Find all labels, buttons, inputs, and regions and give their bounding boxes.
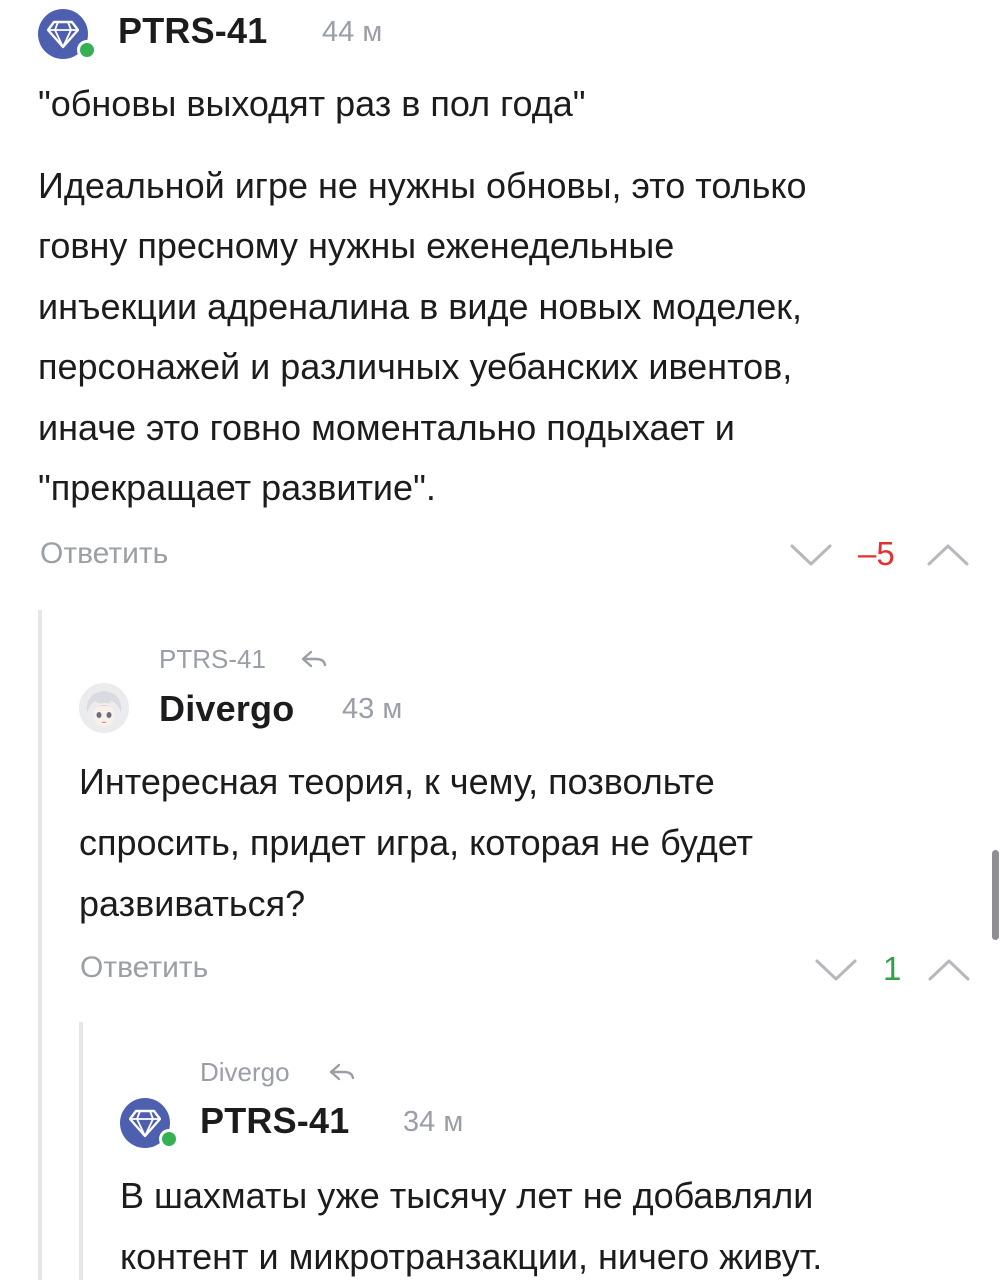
comment-score: 1: [883, 950, 902, 987]
comment-line: Идеальной игре не нужны обновы, это толь…: [38, 165, 807, 206]
comment-line: "прекращает развитие".: [38, 467, 436, 508]
comment-quote: "обновы выходят раз в пол года": [38, 83, 586, 124]
downvote-icon[interactable]: [814, 957, 858, 983]
downvote-icon[interactable]: [789, 542, 833, 568]
comment-line: говну пресному нужны еженедельные: [38, 225, 675, 266]
diamond-icon: [47, 20, 79, 49]
scrollbar-thumb[interactable]: [992, 850, 999, 940]
comment-author[interactable]: PTRS-41: [200, 1100, 349, 1142]
comment-line: В шахматы уже тысячу лет не добавляли: [120, 1175, 814, 1216]
upvote-icon[interactable]: [927, 957, 971, 983]
comment-line: персонажей и различных уебанских ивентов…: [38, 346, 793, 387]
thread-line[interactable]: [79, 1022, 83, 1280]
comment-line: Интересная теория, к чему, позвольте: [79, 761, 715, 802]
comment-line: иначе это говно моментально подыхает и: [38, 407, 735, 448]
comment-author[interactable]: PTRS-41: [118, 10, 267, 52]
comment-line: спросить, придет игра, которая не будет: [79, 822, 754, 863]
reply-arrow-icon: [329, 1063, 355, 1081]
comment-line: контент и микротранзакции, ничего живут.: [120, 1236, 823, 1277]
upvote-icon[interactable]: [926, 542, 970, 568]
comment-score: –5: [858, 535, 895, 572]
avatar[interactable]: [79, 683, 129, 733]
online-status-icon: [159, 1129, 179, 1149]
comment-line: инъекции адреналина в виде новых моделек…: [38, 286, 802, 327]
comment-author[interactable]: Divergo: [159, 688, 294, 730]
parent-author-link[interactable]: PTRS-41: [159, 644, 266, 675]
comment-time: 34 м: [403, 1106, 464, 1138]
comment-line: развиваться?: [79, 883, 306, 924]
online-status-icon: [77, 40, 97, 60]
diamond-icon: [129, 1109, 161, 1138]
anime-avatar-icon: [79, 683, 129, 733]
reply-button[interactable]: Ответить: [40, 537, 168, 571]
reply-button[interactable]: Ответить: [80, 951, 208, 985]
thread-line[interactable]: [38, 610, 42, 1280]
comment-time: 43 м: [342, 693, 403, 725]
comment-time: 44 м: [322, 16, 383, 48]
parent-author-link[interactable]: Divergo: [200, 1057, 290, 1088]
reply-arrow-icon: [301, 650, 327, 668]
